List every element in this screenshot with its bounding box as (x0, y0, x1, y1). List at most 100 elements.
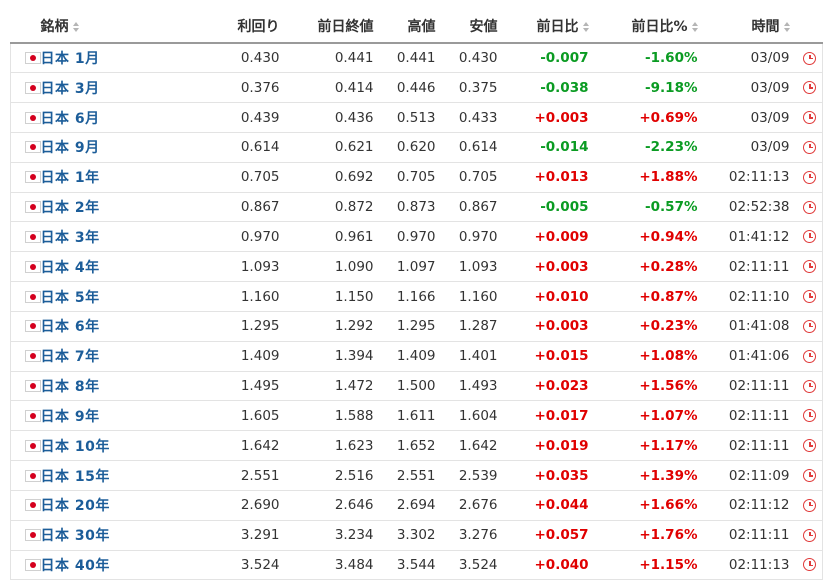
name-cell[interactable]: 日本 10年 (40, 430, 184, 462)
header-time[interactable]: 時間 (705, 10, 798, 44)
name-cell[interactable]: 日本 20年 (40, 490, 184, 521)
action-cell[interactable] (797, 460, 823, 491)
table-row[interactable]: 日本 2年 0.867 0.872 0.873 0.867 -0.005 -0.57% 02:… (10, 192, 823, 223)
clock-icon[interactable] (803, 319, 817, 333)
name-cell[interactable]: 日本 6年 (40, 311, 184, 342)
name-cell[interactable]: 日本 40年 (40, 550, 184, 581)
sort-arrows-icon[interactable] (783, 22, 790, 32)
clock-icon[interactable] (803, 170, 817, 184)
bond-name-link[interactable]: 日本 6年 (41, 319, 100, 335)
bond-name-link[interactable]: 日本 5年 (41, 290, 100, 306)
bond-name-link[interactable]: 日本 6月 (41, 111, 100, 127)
name-cell[interactable]: 日本 4年 (40, 251, 184, 283)
table-row[interactable]: 日本 40年 3.524 3.484 3.544 3.524 +0.040 +1.15% 02… (10, 550, 823, 581)
bond-name-link[interactable]: 日本 4年 (41, 260, 100, 276)
bond-name-link[interactable]: 日本 3月 (41, 81, 100, 97)
clock-icon[interactable] (803, 200, 817, 214)
bond-name-link[interactable]: 日本 40年 (41, 558, 110, 574)
action-cell[interactable] (797, 162, 823, 193)
table-row[interactable]: 日本 3年 0.970 0.961 0.970 0.970 +0.009 +0.94% 01:… (10, 221, 823, 253)
name-cell[interactable]: 日本 3月 (40, 72, 184, 104)
action-cell[interactable] (797, 490, 823, 521)
sort-arrows-icon[interactable] (72, 22, 79, 32)
action-cell[interactable] (797, 311, 823, 342)
action-cell[interactable] (797, 520, 823, 551)
table-row[interactable]: 日本 10年 1.642 1.623 1.652 1.642 +0.019 +1.17% 02… (10, 430, 823, 462)
name-cell[interactable]: 日本 5年 (40, 281, 184, 312)
name-cell[interactable]: 日本 9月 (40, 132, 184, 163)
clock-icon[interactable] (803, 81, 817, 95)
name-cell[interactable]: 日本 9年 (40, 400, 184, 432)
bond-name-link[interactable]: 日本 2年 (41, 200, 100, 216)
table-row[interactable]: 日本 1月 0.430 0.441 0.441 0.430 -0.007 -1.60% 03/… (10, 42, 823, 74)
clock-icon[interactable] (803, 469, 817, 482)
name-cell[interactable]: 日本 8年 (40, 371, 184, 402)
table-row[interactable]: 日本 20年 2.690 2.646 2.694 2.676 +0.044 +1.66% 02… (10, 490, 823, 521)
bond-name-link[interactable]: 日本 9年 (41, 409, 100, 425)
flag-cell (10, 221, 41, 253)
clock-icon[interactable] (803, 230, 817, 244)
name-cell[interactable]: 日本 6月 (40, 102, 184, 133)
action-cell[interactable] (797, 281, 823, 312)
action-cell[interactable] (797, 221, 823, 253)
bond-name-link[interactable]: 日本 1年 (41, 170, 100, 186)
table-row[interactable]: 日本 4年 1.093 1.090 1.097 1.093 +0.003 +0.28% 02:… (10, 251, 823, 283)
header-change[interactable]: 前日比 (505, 10, 597, 44)
clock-icon[interactable] (803, 349, 817, 363)
low-cell: 1.093 (443, 251, 506, 283)
name-cell[interactable]: 日本 2年 (40, 192, 184, 223)
action-cell[interactable] (797, 192, 823, 223)
bond-name-link[interactable]: 日本 7年 (41, 349, 100, 365)
action-cell[interactable] (797, 371, 823, 402)
table-row[interactable]: 日本 9年 1.605 1.588 1.611 1.604 +0.017 +1.07% 02:… (10, 400, 823, 432)
action-cell[interactable] (797, 430, 823, 462)
header-change-pct[interactable]: 前日比% (596, 10, 706, 44)
name-cell[interactable]: 日本 1月 (40, 42, 184, 74)
table-row[interactable]: 日本 8年 1.495 1.472 1.500 1.493 +0.023 +1.56% 02:… (10, 371, 823, 402)
name-cell[interactable]: 日本 30年 (40, 520, 184, 551)
name-cell[interactable]: 日本 15年 (40, 460, 184, 491)
clock-icon[interactable] (803, 140, 817, 154)
clock-icon[interactable] (803, 290, 817, 304)
name-cell[interactable]: 日本 1年 (40, 162, 184, 193)
bond-name-link[interactable]: 日本 10年 (41, 439, 110, 455)
table-row[interactable]: 日本 9月 0.614 0.621 0.620 0.614 -0.014 -2.23% 03/… (10, 132, 823, 163)
sort-arrows-icon[interactable] (582, 22, 589, 32)
bond-name-link[interactable]: 日本 15年 (41, 469, 110, 485)
table-row[interactable]: 日本 5年 1.160 1.150 1.166 1.160 +0.010 +0.87% 02:… (10, 281, 823, 312)
clock-icon[interactable] (803, 409, 817, 423)
bond-name-link[interactable]: 日本 20年 (41, 498, 110, 514)
action-cell[interactable] (797, 550, 823, 581)
clock-icon[interactable] (803, 111, 817, 125)
bond-name-link[interactable]: 日本 30年 (41, 528, 110, 544)
bond-name-link[interactable]: 日本 1月 (41, 51, 100, 67)
action-cell[interactable] (797, 400, 823, 432)
clock-icon[interactable] (803, 51, 817, 65)
table-row[interactable]: 日本 15年 2.551 2.516 2.551 2.539 +0.035 +1.39% 02… (10, 460, 823, 491)
action-cell[interactable] (797, 72, 823, 104)
bond-name-link[interactable]: 日本 9月 (41, 140, 100, 156)
clock-icon[interactable] (803, 528, 817, 542)
action-cell[interactable] (797, 132, 823, 163)
header-name[interactable]: 銘柄 (40, 10, 184, 44)
table-row[interactable]: 日本 7年 1.409 1.394 1.409 1.401 +0.015 +1.08% 01:… (10, 341, 823, 372)
table-row[interactable]: 日本 3月 0.376 0.414 0.446 0.375 -0.038 -9.18% 03/… (10, 72, 823, 104)
table-row[interactable]: 日本 1年 0.705 0.692 0.705 0.705 +0.013 +1.88% 02:… (10, 162, 823, 193)
table-row[interactable]: 日本 30年 3.291 3.234 3.302 3.276 +0.057 +1.76% 02… (10, 520, 823, 551)
clock-icon[interactable] (803, 558, 817, 572)
action-cell[interactable] (797, 42, 823, 74)
table-row[interactable]: 日本 6月 0.439 0.436 0.513 0.433 +0.003 +0.69% 03/… (10, 102, 823, 133)
action-cell[interactable] (797, 251, 823, 283)
action-cell[interactable] (797, 341, 823, 372)
table-row[interactable]: 日本 6年 1.295 1.292 1.295 1.287 +0.003 +0.23% 01:… (10, 311, 823, 342)
clock-icon[interactable] (803, 260, 817, 274)
bond-name-link[interactable]: 日本 8年 (41, 379, 100, 395)
clock-icon[interactable] (803, 379, 817, 393)
action-cell[interactable] (797, 102, 823, 133)
clock-icon[interactable] (803, 439, 817, 453)
bond-name-link[interactable]: 日本 3年 (41, 230, 100, 246)
name-cell[interactable]: 日本 7年 (40, 341, 184, 372)
sort-arrows-icon[interactable] (691, 22, 698, 32)
name-cell[interactable]: 日本 3年 (40, 221, 184, 253)
clock-icon[interactable] (803, 498, 817, 512)
